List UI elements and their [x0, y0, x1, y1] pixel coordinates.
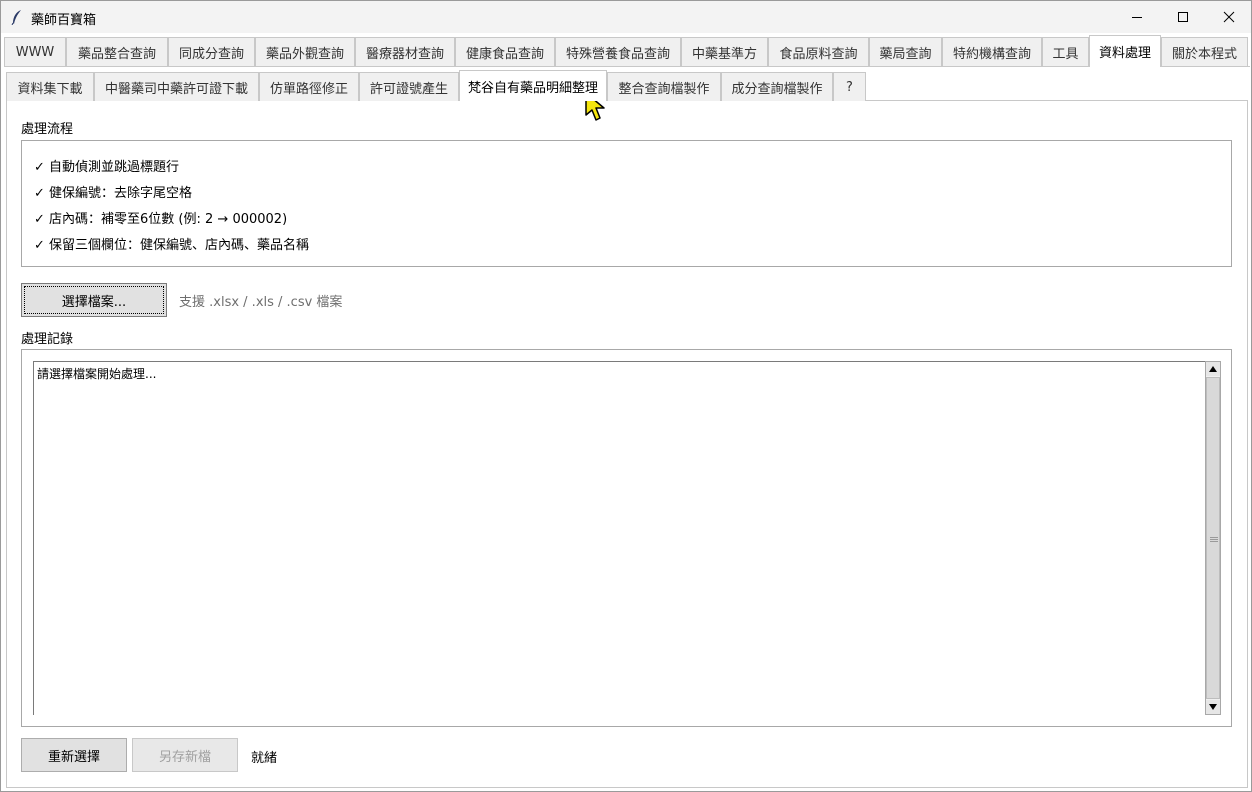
supported-formats-hint: 支援 .xlsx / .xls / .csv 檔案 — [179, 295, 343, 310]
reselect-button[interactable]: 重新選擇 — [21, 738, 127, 772]
subtab-vangogh-drug-detail[interactable]: 梵谷自有藥品明細整理 — [459, 70, 607, 101]
log-label: 處理記錄 — [21, 332, 74, 347]
process-box: ✓ 自動偵測並跳過標題行 ✓ 健保編號：去除字尾空格 ✓ 店內碼：補零至6位數 … — [21, 140, 1232, 267]
subtab-cm-license-download[interactable]: 中醫藥司中藥許可證下載 — [94, 72, 259, 101]
scroll-thumb[interactable] — [1206, 377, 1220, 699]
save-as-button[interactable]: 另存新檔 — [132, 738, 238, 772]
window-title: 藥師百寶箱 — [31, 13, 97, 28]
tab-drug-appearance-search[interactable]: 藥品外觀查詢 — [255, 37, 355, 66]
minimize-icon — [1132, 17, 1142, 18]
tab-chinese-medicine-formula[interactable]: 中藥基準方 — [681, 37, 768, 66]
tab-same-ingredient-search[interactable]: 同成分查詢 — [168, 37, 255, 66]
grip-line — [1210, 537, 1218, 538]
tab-food-ingredient-search[interactable]: 食品原料查詢 — [768, 37, 869, 66]
tab-medical-device-search[interactable]: 醫療器材查詢 — [355, 37, 455, 66]
scroll-down-button[interactable] — [1206, 700, 1220, 714]
subtab-integrated-query-file[interactable]: 整合查詢檔製作 — [607, 72, 721, 101]
tab-tools[interactable]: 工具 — [1042, 37, 1089, 66]
process-item: ✓ 自動偵測並跳過標題行 — [34, 160, 180, 175]
maximize-icon — [1178, 12, 1188, 22]
subtab-leaflet-path-fix[interactable]: 仿單路徑修正 — [259, 72, 359, 101]
triangle-down-icon — [1209, 704, 1217, 710]
process-label: 處理流程 — [21, 122, 74, 137]
feather-icon — [11, 10, 21, 25]
tab-data-processing[interactable]: 資料處理 — [1089, 35, 1161, 67]
tab-www[interactable]: WWW — [4, 37, 66, 66]
minimize-button[interactable] — [1114, 1, 1160, 33]
scroll-up-button[interactable] — [1206, 362, 1220, 376]
close-icon — [1223, 11, 1235, 23]
title-bar: 藥師百寶箱 — [1, 1, 1251, 33]
process-item: ✓ 健保編號：去除字尾空格 — [34, 186, 193, 201]
subtab-license-number-generate[interactable]: 許可證號產生 — [359, 72, 459, 101]
tab-contracted-institution-search[interactable]: 特約機構查詢 — [942, 37, 1042, 66]
close-button[interactable] — [1206, 1, 1251, 33]
subtab-help[interactable]: ? — [833, 72, 866, 101]
process-item: ✓ 店內碼：補零至6位數 (例: 2 → 000002) — [34, 212, 288, 227]
log-scrollbar[interactable] — [1205, 361, 1221, 715]
tab-special-nutrition-search[interactable]: 特殊營養食品查詢 — [555, 37, 681, 66]
grip-line — [1210, 541, 1218, 542]
tab-drug-integrated-search[interactable]: 藥品整合查詢 — [66, 37, 168, 66]
sub-tab-bar: 資料集下載 中醫藥司中藥許可證下載 仿單路徑修正 許可證號產生 梵谷自有藥品明細… — [6, 70, 1246, 101]
app-window: 藥師百寶箱 WWW 藥品整合查詢 同成分查詢 藥品外觀查詢 醫療器材查詢 健康食… — [0, 0, 1252, 792]
log-textarea[interactable]: 請選擇檔案開始處理... — [33, 361, 1205, 715]
subtab-dataset-download[interactable]: 資料集下載 — [6, 72, 94, 101]
status-text: 就緒 — [251, 751, 278, 766]
tab-pharmacy-search[interactable]: 藥局查詢 — [869, 37, 942, 66]
main-tab-bar: WWW 藥品整合查詢 同成分查詢 藥品外觀查詢 醫療器材查詢 健康食品查詢 特殊… — [4, 35, 1250, 67]
subtab-ingredient-query-file[interactable]: 成分查詢檔製作 — [721, 72, 833, 101]
grip-line — [1210, 539, 1218, 540]
select-file-button[interactable]: 選擇檔案... — [21, 283, 167, 317]
maximize-button[interactable] — [1160, 1, 1206, 33]
process-item: ✓ 保留三個欄位：健保編號、店內碼、藥品名稱 — [34, 238, 310, 253]
tab-about[interactable]: 關於本程式 — [1161, 37, 1248, 66]
tab-health-food-search[interactable]: 健康食品查詢 — [455, 37, 555, 66]
triangle-up-icon — [1209, 366, 1217, 372]
